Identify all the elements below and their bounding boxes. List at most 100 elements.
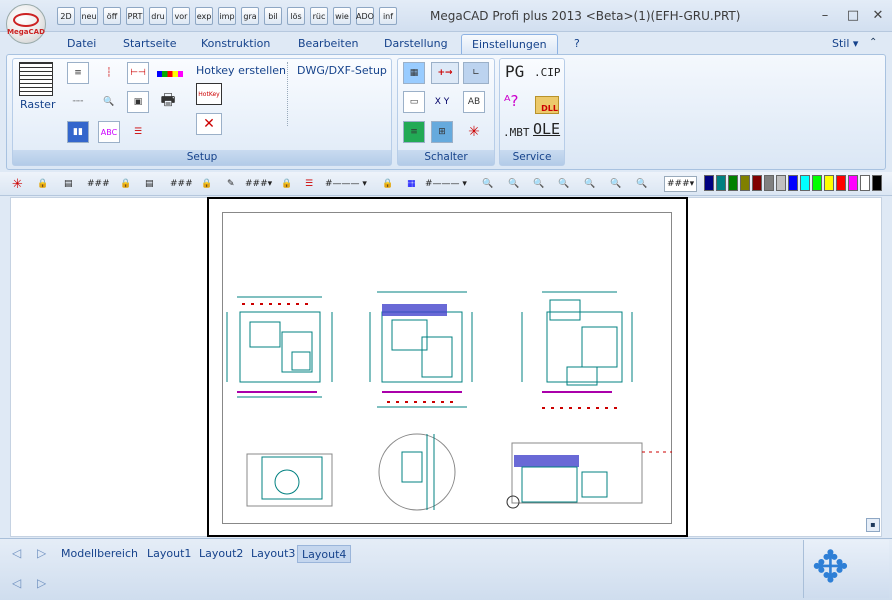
quick-access-0-icon[interactable]: 2D [57,7,75,25]
palette-swatch[interactable] [860,175,870,191]
palette-swatch[interactable] [812,175,822,191]
text-settings-icon[interactable]: ≡ [67,62,89,84]
pen-hash-field[interactable]: ### ▾ [245,176,272,192]
zoom-previous-icon[interactable]: 🔍 [584,176,595,192]
layout-tab-layout1[interactable]: Layout1 [143,545,195,563]
angle-icon[interactable]: ∟ [463,62,489,84]
scroll-corner-button[interactable]: ▪ [866,518,880,532]
asterisk-icon[interactable]: ✳ [463,121,485,143]
layout-tab-modellbereich[interactable]: Modellbereich [57,545,142,563]
hotkey-create-icon[interactable]: HotKey [196,83,222,105]
raster-button[interactable]: Raster [20,98,55,111]
scroll-right-arrow-icon[interactable]: ▷ [37,576,46,590]
palette-swatch[interactable] [800,175,810,191]
palette-swatch[interactable] [704,175,714,191]
palette-swatch[interactable] [824,175,834,191]
lock-icon-2[interactable]: 🔒 [120,176,131,192]
dll-button[interactable]: DLL [535,96,559,114]
snap-arrow-icon[interactable]: +→ [431,62,459,84]
save-settings-icon[interactable]: ▮▮ [67,121,89,143]
tab-startseite[interactable]: Startseite [113,34,187,54]
color-bar-icon[interactable] [157,71,183,77]
line-weight-icon[interactable]: ☰ [305,176,313,192]
style-hash-dropdown[interactable]: ### ▾ [664,176,698,192]
palette-swatch[interactable] [740,175,750,191]
quick-access-5-icon[interactable]: vor [172,7,190,25]
dwg-dxf-setup-button[interactable]: DWG/DXF-Setup [297,64,387,77]
line-type-icon[interactable]: ┈┈ [67,91,89,113]
monitor-icon[interactable]: ▭ [403,91,425,113]
layout-tab-layout2[interactable]: Layout2 [195,545,247,563]
zoom-all-icon[interactable]: 🔍 [533,176,544,192]
snap-asterisk-icon[interactable]: ✳ [12,176,23,192]
quick-access-2-icon[interactable]: öff [103,7,121,25]
abc-font-icon[interactable]: ABC [98,121,120,143]
ole-button[interactable]: OLE [533,120,560,138]
dialog-settings-icon[interactable]: ▣ [127,91,149,113]
quick-access-14-icon[interactable]: inf [379,7,397,25]
zoom-extent-icon[interactable]: 🔍 [636,176,647,192]
dash-line-icon[interactable]: ┆ [98,62,120,84]
printer-icon[interactable]: 🖶 [157,90,179,113]
hotkey-delete-icon[interactable]: ✕ [196,113,222,135]
zoom-in-icon[interactable]: 🔍 [558,176,569,192]
quick-access-3-icon[interactable]: PRT [126,7,144,25]
palette-swatch[interactable] [752,175,762,191]
lock-icon-5[interactable]: 🔒 [382,176,393,192]
quick-access-12-icon[interactable]: wie [333,7,351,25]
lock-icon[interactable]: 🔒 [37,176,48,192]
zoom-settings-icon[interactable]: 🔍 [98,91,120,113]
palette-swatch[interactable] [848,175,858,191]
text-box-icon[interactable]: AB [463,91,485,113]
zoom-window-icon[interactable]: 🔍 [508,176,519,192]
quick-access-1-icon[interactable]: neu [80,7,98,25]
axis-icon[interactable]: ⊞ [431,121,453,143]
palette-swatch[interactable] [764,175,774,191]
tab-konstruktion[interactable]: Konstruktion [191,34,280,54]
lock-icon-4[interactable]: 🔒 [281,176,292,192]
dimension-icon[interactable]: ⊢⊣ [127,62,149,84]
tab-datei[interactable]: Datei [57,34,106,54]
quick-access-6-icon[interactable]: exp [195,7,213,25]
palette-swatch[interactable] [728,175,738,191]
tab-bearbeiten[interactable]: Bearbeiten [288,34,368,54]
ribbon-collapse-icon[interactable]: ⌃ [869,37,877,48]
layer-icon[interactable]: ▤ [64,176,73,192]
quick-access-8-icon[interactable]: gra [241,7,259,25]
scroll-left-arrow-icon[interactable]: ◁ [12,576,21,590]
pen-icon[interactable]: ✎ [227,176,235,192]
quick-access-11-icon[interactable]: rüc [310,7,328,25]
xy-coordinates-icon[interactable]: X Y [431,91,453,113]
zoom-pan-icon[interactable]: 🔍 [610,176,621,192]
palette-swatch[interactable] [872,175,882,191]
group-icon[interactable]: ▤ [145,176,154,192]
minimize-button[interactable]: – [815,8,835,23]
tab-help[interactable]: ? [564,34,590,54]
pan-navigation-icon[interactable]: ✥ [812,544,849,592]
layer-hash-field[interactable]: ### [87,176,110,192]
quick-access-13-icon[interactable]: ADO [356,7,374,25]
line-width-dropdown[interactable]: #——— ▾ [425,176,467,192]
line-type-dropdown[interactable]: #——— ▾ [325,176,367,192]
palette-swatch[interactable] [716,175,726,191]
hotkey-button[interactable]: Hotkey erstellen [196,64,286,77]
abc-service-icon[interactable]: ᴬ? [504,92,518,110]
palette-swatch[interactable] [776,175,786,191]
close-button[interactable]: ✕ [868,8,888,23]
tab-einstellungen[interactable]: Einstellungen [461,34,558,54]
palette-swatch[interactable] [788,175,798,191]
quick-access-10-icon[interactable]: lös [287,7,305,25]
style-menu[interactable]: Stil ▾ [832,37,858,50]
quick-access-4-icon[interactable]: dru [149,7,167,25]
tab-darstellung[interactable]: Darstellung [374,34,458,54]
layout-tab-layout3[interactable]: Layout3 [247,545,299,563]
cip-button[interactable]: .CIP [534,66,561,79]
mbt-button[interactable]: .MBT [503,126,530,139]
zoom-out-icon[interactable]: 🔍 [482,176,493,192]
quick-access-9-icon[interactable]: bil [264,7,282,25]
layout-tab-layout4[interactable]: Layout4 [297,545,352,563]
layout-next-arrow-icon[interactable]: ▷ [37,546,46,560]
layer-switch-icon[interactable]: ≡ [403,121,425,143]
hatch-settings-icon[interactable]: ☰ [127,121,149,143]
group-hash-field[interactable]: ### [170,176,193,192]
